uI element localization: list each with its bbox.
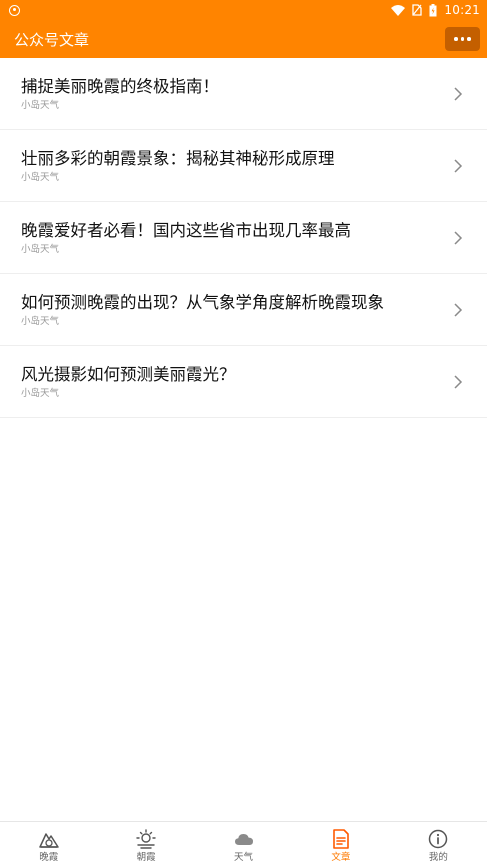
tab-sunrise[interactable]: 朝霞 <box>97 822 194 867</box>
page-title: 公众号文章 <box>14 30 90 49</box>
tab-weather[interactable]: 天气 <box>195 822 292 867</box>
article-list: 捕捉美丽晚霞的终极指南！ 小岛天气 壮丽多彩的朝霞景象：揭秘其神秘形成原理 小岛… <box>0 58 487 418</box>
wifi-icon <box>391 4 406 16</box>
sunset-mountain-icon <box>38 833 59 848</box>
article-item[interactable]: 风光摄影如何预测美丽霞光？ 小岛天气 <box>0 346 487 418</box>
article-icon <box>333 829 349 849</box>
more-button[interactable] <box>445 27 480 51</box>
status-time: 10:21 <box>444 3 480 17</box>
tab-profile[interactable]: 我的 <box>390 822 487 867</box>
tab-label: 文章 <box>331 852 351 863</box>
tab-articles[interactable]: 文章 <box>292 822 389 867</box>
chevron-right-icon <box>454 87 463 101</box>
tab-label: 我的 <box>428 852 448 863</box>
cloud-icon <box>234 834 253 845</box>
article-title: 壮丽多彩的朝霞景象：揭秘其神秘形成原理 <box>21 149 335 168</box>
article-title: 晚霞爱好者必看！国内这些省市出现几率最高 <box>21 221 351 240</box>
tab-label: 朝霞 <box>136 852 156 863</box>
article-title: 风光摄影如何预测美丽霞光？ <box>21 365 236 384</box>
article-source: 小岛天气 <box>21 316 60 327</box>
tab-label: 天气 <box>234 852 254 863</box>
article-source: 小岛天气 <box>21 100 60 111</box>
no-sim-icon <box>412 4 423 16</box>
status-bar: 10:21 <box>0 0 487 20</box>
article-title: 如何预测晚霞的出现？从气象学角度解析晚霞现象 <box>21 293 384 312</box>
article-source: 小岛天气 <box>21 244 60 255</box>
battery-icon <box>429 3 437 16</box>
screen: 10:21 公众号文章 捕捉美丽晚霞的终极指南！ 小岛天气 壮丽多彩的朝霞景象：… <box>0 0 487 867</box>
app-notification-icon <box>9 4 20 16</box>
article-source: 小岛天气 <box>21 388 60 399</box>
chevron-right-icon <box>454 303 463 317</box>
article-item[interactable]: 如何预测晚霞的出现？从气象学角度解析晚霞现象 小岛天气 <box>0 274 487 346</box>
chevron-right-icon <box>454 159 463 173</box>
article-item[interactable]: 晚霞爱好者必看！国内这些省市出现几率最高 小岛天气 <box>0 202 487 274</box>
article-item[interactable]: 捕捉美丽晚霞的终极指南！ 小岛天气 <box>0 58 487 130</box>
more-dot-icon <box>454 37 458 41</box>
toolbar: 公众号文章 <box>0 20 487 58</box>
sunrise-icon <box>136 829 156 849</box>
tab-sunset[interactable]: 晚霞 <box>0 822 97 867</box>
info-icon <box>429 829 448 849</box>
bottom-tab-bar: 晚霞 朝霞 天气 文章 我的 <box>0 821 487 867</box>
article-item[interactable]: 壮丽多彩的朝霞景象：揭秘其神秘形成原理 小岛天气 <box>0 130 487 202</box>
more-dot-icon <box>467 37 471 41</box>
article-source: 小岛天气 <box>21 172 60 183</box>
more-dot-icon <box>460 37 465 41</box>
chevron-right-icon <box>454 231 463 245</box>
tab-label: 晚霞 <box>39 852 59 863</box>
chevron-right-icon <box>454 375 463 389</box>
article-title: 捕捉美丽晚霞的终极指南！ <box>21 77 219 96</box>
